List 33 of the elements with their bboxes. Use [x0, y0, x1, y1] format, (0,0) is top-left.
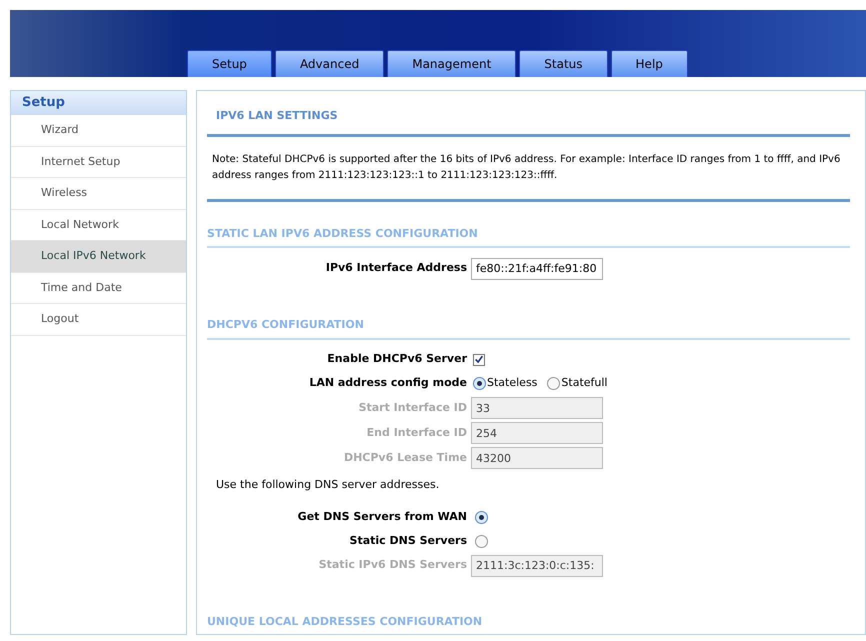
section-heading: DHCPV6 CONFIGURATION	[207, 317, 365, 333]
radio-button[interactable]	[473, 377, 486, 390]
field-label: LAN address config mode	[308, 375, 467, 392]
field-label: Get DNS Servers from WAN	[296, 508, 467, 525]
field-label: End Interface ID	[366, 424, 467, 441]
section-heading: STATIC LAN IPV6 ADDRESS CONFIGURATION	[207, 226, 479, 242]
note-text: Note: Stateful DHCPv6 is supported after the 16 bits of IPv6 address. For example: Interface ID ranges from 1 to ffff, and IPv6 address ranges from 2111:123:123:123::1 to 2111:123:123:123::ffff.	[211, 152, 842, 182]
page-title: IPV6 LAN SETTINGS	[215, 108, 339, 124]
sidebar-title: Setup	[11, 91, 186, 115]
sidebar-item[interactable]: Time and Date	[11, 272, 186, 304]
nav-tab[interactable]: Status	[519, 50, 608, 77]
radio-button[interactable]	[475, 510, 488, 524]
field-label: Static IPv6 DNS Servers	[318, 557, 467, 574]
nav-tab[interactable]: Advanced	[274, 50, 384, 77]
sidebar-item[interactable]: Local IPv6 Network	[11, 241, 186, 272]
sidebar-item[interactable]: Local Network	[11, 210, 186, 241]
field-label: Enable DHCPv6 Server	[326, 351, 467, 368]
field-label: IPv6 Interface Address	[324, 260, 467, 276]
field-label: Start Interface ID	[358, 400, 467, 416]
radio-label: Stateless	[487, 375, 538, 392]
sidebar-item[interactable]: Internet Setup	[11, 146, 186, 178]
checkbox[interactable]	[473, 354, 485, 366]
section-heading: UNIQUE LOCAL ADDRESSES CONFIGURATION	[207, 614, 484, 630]
radio-button[interactable]	[547, 377, 560, 390]
radio-button[interactable]	[475, 534, 488, 548]
nav-tab[interactable]: Setup	[187, 50, 272, 77]
field-label: Static DNS Servers	[348, 532, 467, 549]
field-label: DHCPv6 Lease Time	[342, 450, 467, 466]
text-field[interactable]: fe80::21f:a4ff:fe91:80	[471, 258, 603, 280]
instruction-text: Use the following DNS server addresses.	[215, 476, 440, 492]
nav-tab[interactable]: Management	[387, 50, 516, 77]
nav-tab[interactable]: Help	[610, 50, 688, 77]
radio-label: Statefull	[561, 375, 608, 392]
